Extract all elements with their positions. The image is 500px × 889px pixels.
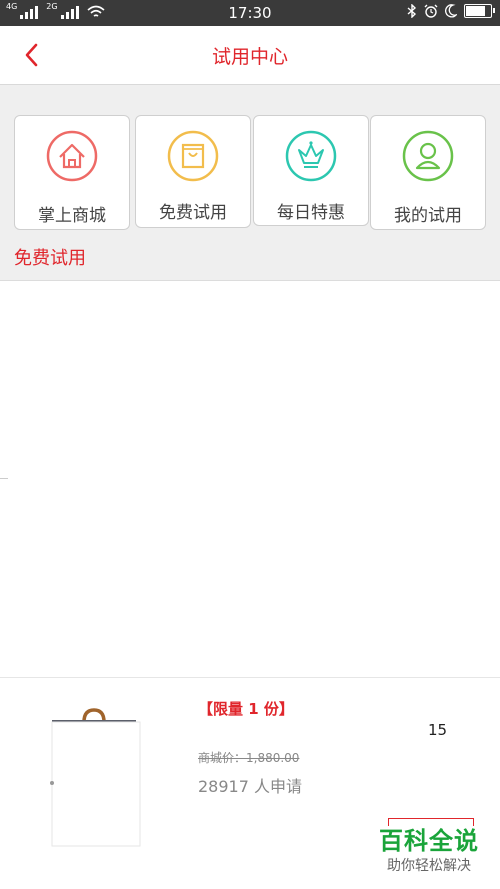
house-icon xyxy=(46,130,98,182)
category-area: 掌上商城 免费试用 每日特惠 我的试用 免费试用 xyxy=(0,85,500,281)
watermark-subtitle: 助你轻松解决 xyxy=(387,858,471,874)
category-tile-mall[interactable]: 掌上商城 xyxy=(14,115,130,230)
nav-bar: 试用中心 xyxy=(0,26,500,85)
category-tile-my-trials[interactable]: 我的试用 xyxy=(370,115,486,230)
quantity-count: 15 xyxy=(428,721,448,739)
watermark: 百科全说 助你轻松解决 xyxy=(370,826,488,880)
divider xyxy=(0,478,8,479)
watermark-title: 百科全说 xyxy=(379,827,479,855)
category-label: 免费试用 xyxy=(159,203,227,223)
status-bar: 4G 2G 17:30 xyxy=(0,0,500,26)
category-label: 掌上商城 xyxy=(38,206,106,226)
category-label: 我的试用 xyxy=(394,206,462,226)
shopping-bag-icon xyxy=(167,130,219,182)
market-price: 商城价：1,880.00 xyxy=(198,751,300,765)
category-tile-free-trial[interactable]: 免费试用 xyxy=(135,115,251,228)
moon-icon xyxy=(445,4,457,18)
battery-icon xyxy=(464,4,495,18)
product-image xyxy=(50,708,141,847)
limit-tag: 【限量 1 份】 xyxy=(198,700,294,718)
category-label: 每日特惠 xyxy=(277,203,345,223)
applicant-count: 28917 人申请 xyxy=(198,777,302,796)
category-tile-daily-deals[interactable]: 每日特惠 xyxy=(253,115,369,226)
status-right xyxy=(407,4,495,18)
section-label: 免费试用 xyxy=(14,248,86,269)
alarm-icon xyxy=(424,4,438,18)
page-title: 试用中心 xyxy=(211,46,288,68)
bluetooth-icon xyxy=(407,4,417,18)
category-grid: 掌上商城 免费试用 每日特惠 我的试用 xyxy=(14,115,486,231)
user-icon xyxy=(402,130,454,182)
crown-icon xyxy=(285,130,337,182)
